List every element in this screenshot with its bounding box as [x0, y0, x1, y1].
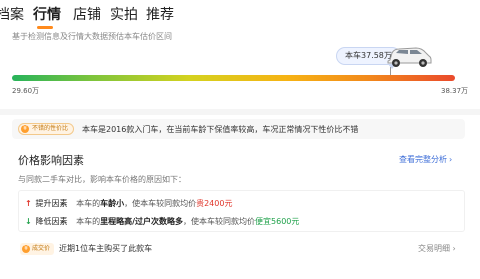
price-marker [390, 67, 391, 75]
deal-description: 近期1位车主购买了此款车 [59, 244, 153, 253]
valuation-subtitle: 基于检测信息及行情大数据预估本车估价区间 [12, 32, 172, 41]
chevron-right-icon: › [452, 244, 456, 253]
factor-row-down: ↓ 降低因素 本车的里程略高/过户次数略多，使本车较同款均价便宜5600元 [25, 216, 299, 228]
factor-highlight: 车龄小 [100, 199, 125, 208]
tab-bar: 档案 行情 店铺 实拍 推荐 [0, 0, 480, 30]
tab-underline [37, 26, 53, 29]
factor-mid: ，使本车较同款均价 [124, 199, 197, 208]
factor-pre: 本车的 [76, 199, 101, 208]
coin-icon: ¥ [21, 125, 29, 133]
tab-archive[interactable]: 档案 [0, 4, 24, 24]
section-divider [0, 109, 480, 115]
factors-description: 与同款二手车对比，影响本车价格的原因如下： [18, 175, 186, 184]
price-range-high: 38.37万 [441, 87, 469, 95]
value-card: ¥ 不错的性价比 本车是2016款入门车，在当前车龄下保值率较高，车况正常情况下… [12, 119, 465, 139]
coin-icon: ¥ [22, 245, 30, 253]
value-badge-label: 不错的性价比 [32, 125, 69, 132]
tab-store[interactable]: 店铺 [73, 4, 101, 24]
arrow-down-icon: ↓ [25, 217, 32, 226]
chevron-right-icon: › [449, 155, 453, 164]
factor-amount: 便宜5600元 [255, 217, 300, 226]
tab-photos[interactable]: 实拍 [110, 4, 138, 24]
value-badge: ¥ 不错的性价比 [18, 123, 75, 135]
factors-list: ↑ 提升因素 本车的车龄小，使本车较同款均价贵2400元 ↓ 降低因素 本车的里… [18, 190, 465, 232]
factors-title: 价格影响因素 [18, 154, 84, 167]
deal-badge-label: 成交价 [32, 245, 51, 252]
value-description: 本车是2016款入门车，在当前车龄下保值率较高，车况正常情况下性价比不错 [82, 125, 359, 134]
deal-badge: ¥ 成交价 [20, 243, 55, 255]
deal-details-label: 交易明细 [418, 244, 450, 253]
tab-recommend[interactable]: 推荐 [146, 4, 174, 24]
deal-details-link[interactable]: 交易明细 › [418, 243, 456, 254]
factor-pre: 本车的 [76, 217, 101, 226]
full-analysis-label: 查看完整分析 [399, 155, 447, 164]
factor-highlight: 里程略高/过户次数略多 [100, 217, 184, 226]
factor-row-up: ↑ 提升因素 本车的车龄小，使本车较同款均价贵2400元 [25, 198, 232, 210]
arrow-up-icon: ↑ [25, 199, 32, 208]
factor-name: 提升因素 [35, 199, 68, 208]
tab-market[interactable]: 行情 [33, 4, 61, 24]
factor-mid: ，使本车较同款均价 [183, 217, 256, 226]
full-analysis-link[interactable]: 查看完整分析 › [399, 154, 452, 165]
factor-amount: 贵2400元 [196, 199, 233, 208]
factor-name: 降低因素 [35, 217, 68, 226]
price-range-low: 29.60万 [12, 87, 40, 95]
price-range-bar [12, 75, 455, 81]
car-icon [387, 47, 432, 67]
